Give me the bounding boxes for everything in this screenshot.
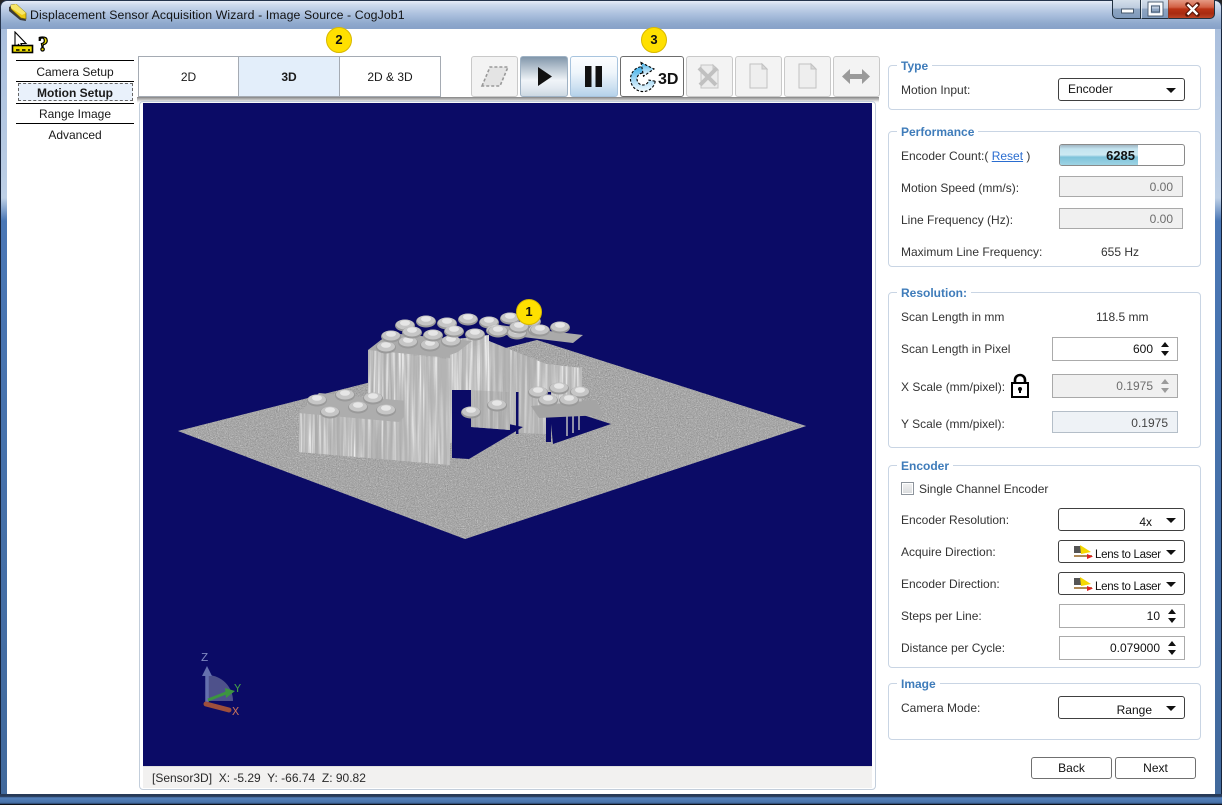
svg-text:Y: Y xyxy=(234,682,241,696)
svg-text:?: ? xyxy=(38,32,49,55)
svg-text:X: X xyxy=(232,705,239,719)
svg-text:3D: 3D xyxy=(658,71,678,88)
svg-text:Z: Z xyxy=(201,651,208,665)
